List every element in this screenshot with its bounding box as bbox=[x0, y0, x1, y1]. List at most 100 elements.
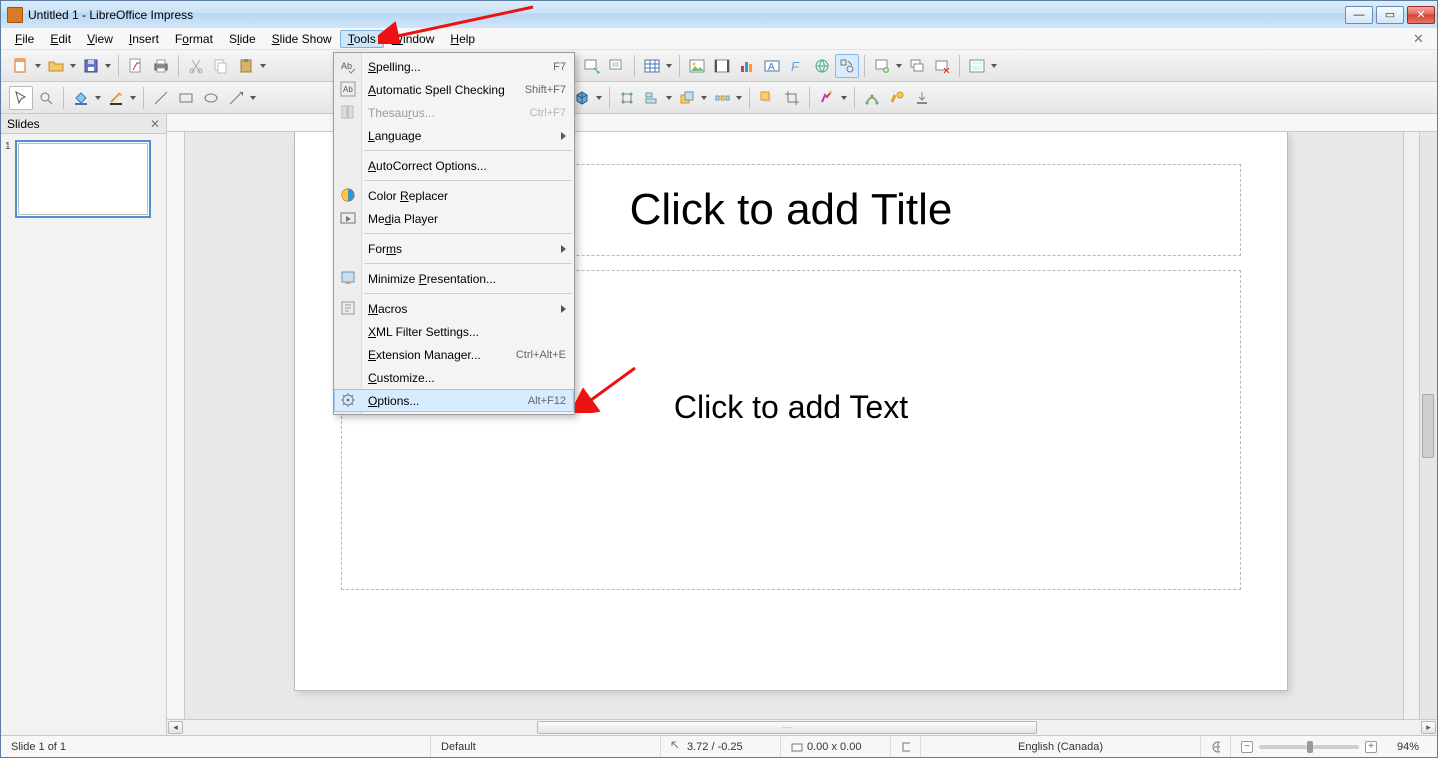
menu-xmlfilter[interactable]: XML Filter Settings... bbox=[334, 320, 574, 343]
slide-thumbnail-1[interactable]: 1 bbox=[15, 140, 151, 218]
line-color-button[interactable] bbox=[104, 86, 128, 110]
menu-file[interactable]: File bbox=[7, 30, 42, 48]
signature-icon bbox=[901, 741, 910, 753]
rectangle-tool-button[interactable] bbox=[174, 86, 198, 110]
vertical-scrollbar[interactable] bbox=[1403, 132, 1419, 719]
menu-mediaplayer[interactable]: Media Player bbox=[334, 207, 574, 230]
menu-slideshow[interactable]: Slide Show bbox=[264, 30, 340, 48]
paste-button[interactable] bbox=[234, 54, 258, 78]
menu-autospell[interactable]: Ab Automatic Spell CheckingShift+F7 bbox=[334, 78, 574, 101]
standard-toolbar: A F bbox=[1, 50, 1437, 82]
slides-panel-close-icon[interactable]: ✕ bbox=[150, 117, 160, 131]
zoom-out-button[interactable]: − bbox=[1241, 741, 1253, 753]
slide-layout-button[interactable] bbox=[965, 54, 989, 78]
duplicate-slide-button[interactable] bbox=[905, 54, 929, 78]
status-signature[interactable] bbox=[891, 736, 921, 757]
line-tool-button[interactable] bbox=[149, 86, 173, 110]
menu-customize[interactable]: Customize... bbox=[334, 366, 574, 389]
cut-button[interactable] bbox=[184, 54, 208, 78]
print-button[interactable] bbox=[149, 54, 173, 78]
table-button[interactable] bbox=[640, 54, 664, 78]
scroll-right-icon[interactable]: ▸ bbox=[1421, 721, 1436, 734]
svg-text:F: F bbox=[791, 59, 800, 74]
zoom-in-button[interactable]: + bbox=[1365, 741, 1377, 753]
status-zoom-value[interactable]: 94% bbox=[1387, 736, 1429, 757]
tools-menu-dropdown: Ab Spelling...F7 Ab Automatic Spell Chec… bbox=[333, 52, 575, 415]
insert-media-button[interactable] bbox=[710, 54, 734, 78]
zoom-tool-button[interactable] bbox=[34, 86, 58, 110]
delete-slide-button[interactable] bbox=[930, 54, 954, 78]
ellipse-tool-button[interactable] bbox=[199, 86, 223, 110]
menu-tools[interactable]: Tools bbox=[340, 30, 384, 48]
select-tool-button[interactable] bbox=[9, 86, 33, 110]
zoom-slider[interactable]: − + bbox=[1231, 741, 1387, 753]
menu-extmgr[interactable]: Extension Manager...Ctrl+Alt+E bbox=[334, 343, 574, 366]
status-bar: Slide 1 of 1 Default 3.72 / -0.25 0.00 x… bbox=[1, 735, 1437, 757]
text-placeholder-text: Click to add Text bbox=[674, 389, 908, 426]
shadow-button[interactable] bbox=[755, 86, 779, 110]
align-objects-button[interactable] bbox=[640, 86, 664, 110]
minimize-button[interactable]: — bbox=[1345, 6, 1373, 24]
show-draw-functions-button[interactable] bbox=[835, 54, 859, 78]
slides-list[interactable]: 1 bbox=[1, 134, 166, 735]
insert-fontwork-button[interactable]: F bbox=[785, 54, 809, 78]
new-button[interactable] bbox=[9, 54, 33, 78]
zoom-knob[interactable] bbox=[1307, 741, 1313, 753]
start-first-button[interactable] bbox=[580, 54, 604, 78]
arrange-button[interactable] bbox=[675, 86, 699, 110]
menu-slide[interactable]: Slide bbox=[221, 30, 264, 48]
menu-options[interactable]: Options...Alt+F12 bbox=[334, 389, 574, 412]
status-language[interactable]: English (Canada) bbox=[921, 736, 1201, 757]
sidebar-handle[interactable] bbox=[1419, 132, 1437, 719]
slides-panel-title: Slides bbox=[7, 117, 40, 131]
horizontal-scrollbar[interactable]: ◂ ⋯ ▸ bbox=[167, 719, 1437, 735]
close-button[interactable]: ✕ bbox=[1407, 6, 1435, 24]
save-button[interactable] bbox=[79, 54, 103, 78]
lines-arrows-button[interactable] bbox=[224, 86, 248, 110]
crop-button[interactable] bbox=[780, 86, 804, 110]
insert-textbox-button[interactable]: A bbox=[760, 54, 784, 78]
gluepoints-button[interactable] bbox=[860, 86, 884, 110]
filter-button[interactable] bbox=[815, 86, 839, 110]
menu-minimize[interactable]: Minimize Presentation... bbox=[334, 267, 574, 290]
vertical-ruler[interactable] bbox=[167, 132, 185, 719]
insert-image-button[interactable] bbox=[685, 54, 709, 78]
status-coords-text: 3.72 / -0.25 bbox=[687, 741, 743, 753]
insert-chart-button[interactable] bbox=[735, 54, 759, 78]
submenu-arrow-icon bbox=[561, 305, 566, 313]
macros-icon bbox=[340, 300, 356, 316]
start-current-button[interactable] bbox=[605, 54, 629, 78]
menu-edit[interactable]: Edit bbox=[42, 30, 79, 48]
menu-insert[interactable]: Insert bbox=[121, 30, 167, 48]
menu-window[interactable]: Window bbox=[384, 30, 443, 48]
scroll-left-icon[interactable]: ◂ bbox=[168, 721, 183, 734]
maximize-button[interactable]: ▭ bbox=[1376, 6, 1404, 24]
fill-color-button[interactable] bbox=[69, 86, 93, 110]
menu-forms[interactable]: Forms bbox=[334, 237, 574, 260]
document-close-icon[interactable]: ✕ bbox=[1413, 31, 1427, 45]
sidebar-grip-icon[interactable] bbox=[1422, 394, 1434, 458]
status-fit-button[interactable] bbox=[1201, 736, 1231, 757]
scroll-thumb[interactable]: ⋯ bbox=[537, 721, 1037, 734]
menu-macros[interactable]: Macros bbox=[334, 297, 574, 320]
rotate-button[interactable] bbox=[615, 86, 639, 110]
toggle-extrusion-button[interactable] bbox=[885, 86, 909, 110]
new-slide-button[interactable] bbox=[870, 54, 894, 78]
insert-special-button[interactable] bbox=[910, 86, 934, 110]
body-area: Slides ✕ 1 Click to add Title Click to a… bbox=[1, 114, 1437, 735]
distribute-button[interactable] bbox=[710, 86, 734, 110]
insert-hyperlink-button[interactable] bbox=[810, 54, 834, 78]
thesaurus-icon bbox=[340, 104, 356, 120]
menu-help[interactable]: Help bbox=[442, 30, 483, 48]
copy-button[interactable] bbox=[209, 54, 233, 78]
menu-colorreplacer[interactable]: Color Replacer bbox=[334, 184, 574, 207]
minimize-icon bbox=[340, 270, 356, 286]
menu-view[interactable]: View bbox=[79, 30, 121, 48]
menu-autocorrect[interactable]: AutoCorrect Options... bbox=[334, 154, 574, 177]
zoom-track[interactable] bbox=[1259, 745, 1359, 749]
export-pdf-button[interactable] bbox=[124, 54, 148, 78]
menu-spelling[interactable]: Ab Spelling...F7 bbox=[334, 55, 574, 78]
menu-format[interactable]: Format bbox=[167, 30, 221, 48]
open-button[interactable] bbox=[44, 54, 68, 78]
menu-language[interactable]: Language bbox=[334, 124, 574, 147]
